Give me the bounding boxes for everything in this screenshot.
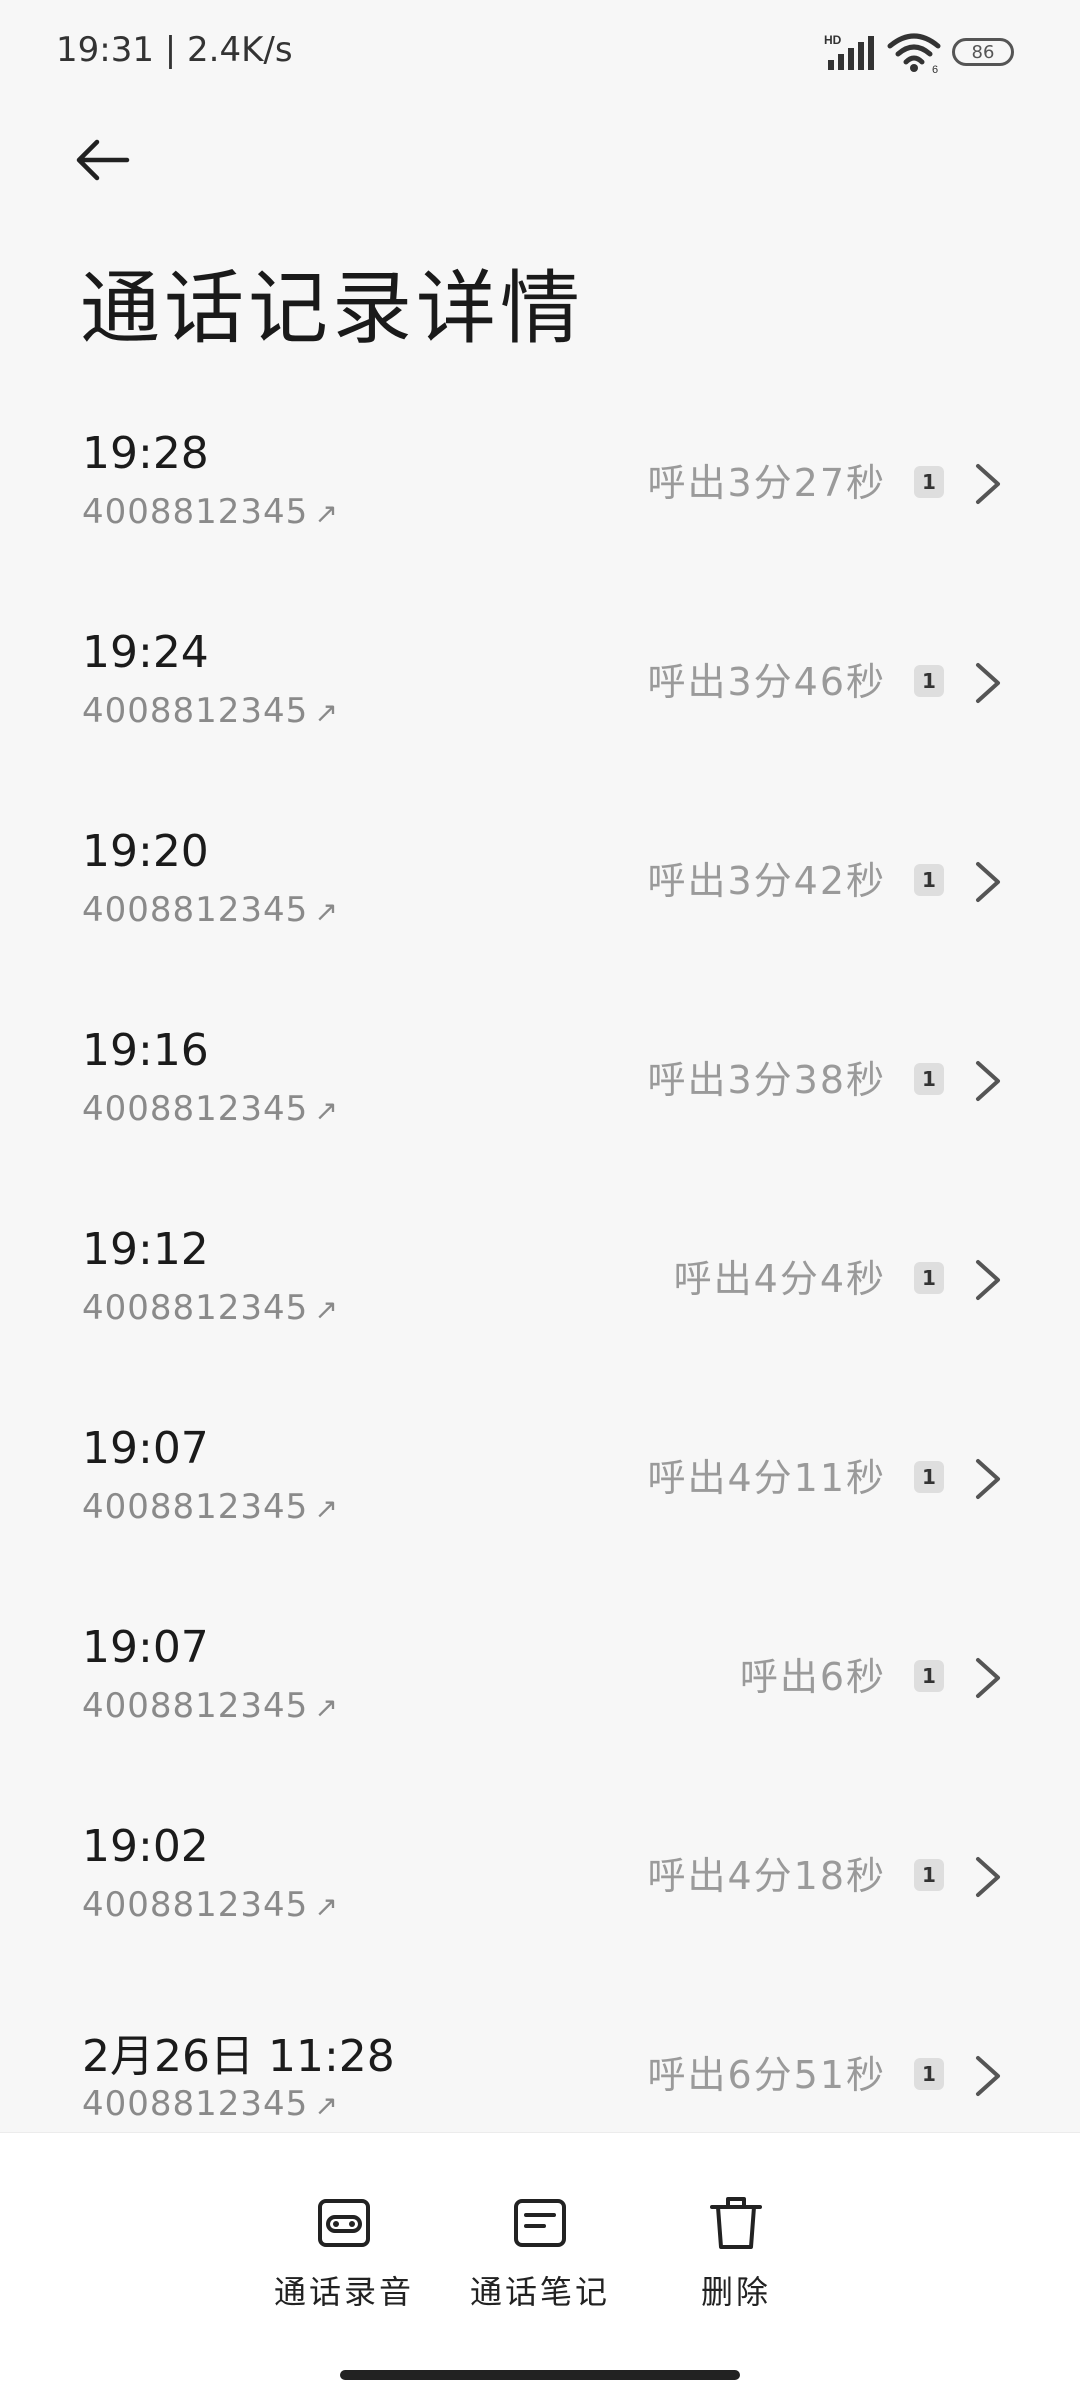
battery-icon: 86 — [952, 38, 1014, 66]
wifi-label: 6 — [932, 64, 938, 74]
sim-badge: 1 — [914, 864, 944, 896]
outgoing-call-icon: ↗ — [314, 1094, 339, 1127]
sim-badge: 1 — [914, 1063, 944, 1095]
back-button[interactable] — [66, 124, 138, 196]
sim-badge: 1 — [914, 1262, 944, 1294]
delete-label: 删除 — [700, 2273, 771, 2311]
chevron-right-icon[interactable] — [968, 1654, 1008, 1702]
outgoing-call-icon: ↗ — [314, 1691, 339, 1724]
call-row[interactable]: 19:24 4008812345 ↗ 呼出3分46秒 1 — [0, 599, 1080, 798]
call-number-text: 4008812345 — [82, 1686, 309, 1726]
call-time: 19:07 — [82, 1423, 209, 1474]
call-number: 4008812345 ↗ — [82, 492, 339, 532]
call-number: 4008812345 ↗ — [82, 890, 339, 930]
battery-level: 86 — [971, 41, 995, 63]
call-row[interactable]: 19:28 4008812345 ↗ 呼出3分27秒 1 — [0, 400, 1080, 599]
chevron-right-icon[interactable] — [968, 2052, 1008, 2100]
call-duration: 呼出6秒 — [739, 1655, 886, 1699]
call-time: 19:07 — [82, 1622, 209, 1673]
call-number-text: 4008812345 — [82, 2084, 309, 2124]
status-time-speed: 19:31 | 2.4K/s — [56, 30, 293, 70]
call-time: 19:12 — [82, 1224, 209, 1275]
outgoing-call-icon: ↗ — [314, 497, 339, 530]
chevron-right-icon[interactable] — [968, 1256, 1008, 1304]
call-duration: 呼出3分46秒 — [647, 660, 886, 704]
call-row[interactable]: 19:16 4008812345 ↗ 呼出3分38秒 1 — [0, 997, 1080, 1196]
trash-icon — [710, 2197, 762, 2249]
network-label: HD — [824, 33, 842, 47]
call-number-text: 4008812345 — [82, 691, 309, 731]
call-row[interactable]: 19:20 4008812345 ↗ 呼出3分42秒 1 — [0, 798, 1080, 997]
call-number: 4008812345 ↗ — [82, 1089, 339, 1129]
call-row[interactable]: 19:02 4008812345 ↗ 呼出4分18秒 1 — [0, 1793, 1080, 1992]
sim-badge: 1 — [914, 1660, 944, 1692]
status-bar: 19:31 | 2.4K/s HD 6 86 — [0, 0, 1080, 104]
outgoing-call-icon: ↗ — [314, 1890, 339, 1923]
call-notes-label: 通话笔记 — [469, 2273, 610, 2311]
call-number-text: 4008812345 — [82, 492, 309, 532]
call-row[interactable]: 19:07 4008812345 ↗ 呼出4分11秒 1 — [0, 1395, 1080, 1594]
outgoing-call-icon: ↗ — [314, 696, 339, 729]
bottom-toolbar: 通话录音 通话笔记 删除 — [0, 2132, 1080, 2400]
call-number: 4008812345 ↗ — [82, 1686, 339, 1726]
sim-badge: 1 — [914, 665, 944, 697]
tape-icon — [318, 2199, 370, 2247]
sim-badge: 1 — [914, 466, 944, 498]
call-list: 19:28 4008812345 ↗ 呼出3分27秒 1 19:24 4008812345 ↗… — [0, 400, 1080, 2191]
sim-badge: 1 — [914, 1859, 944, 1891]
chevron-right-icon[interactable] — [968, 1455, 1008, 1503]
outgoing-call-icon: ↗ — [314, 1293, 339, 1326]
call-time: 19:02 — [82, 1821, 209, 1872]
wifi-icon: 6 — [887, 33, 941, 74]
call-time: 19:16 — [82, 1025, 209, 1076]
call-number-text: 4008812345 — [82, 1288, 309, 1328]
call-duration: 呼出6分51秒 — [647, 2053, 886, 2097]
call-duration: 呼出4分4秒 — [673, 1257, 886, 1301]
chevron-right-icon[interactable] — [968, 460, 1008, 508]
call-number: 4008812345 ↗ — [82, 2084, 339, 2124]
call-duration: 呼出4分11秒 — [647, 1456, 886, 1500]
call-time: 19:20 — [82, 826, 209, 877]
call-time: 19:28 — [82, 428, 209, 479]
call-number-text: 4008812345 — [82, 1487, 309, 1527]
call-recording-label: 通话录音 — [273, 2273, 414, 2311]
signal-icon: HD — [824, 33, 874, 70]
page-title: 通话记录详情 — [80, 262, 584, 355]
note-icon — [514, 2199, 566, 2247]
chevron-right-icon[interactable] — [968, 1057, 1008, 1105]
delete-button[interactable]: 删除 — [646, 2193, 826, 2313]
call-number-text: 4008812345 — [82, 1885, 309, 1925]
call-time: 2月26日 11:28 — [82, 2031, 395, 2082]
call-time: 19:24 — [82, 627, 209, 678]
outgoing-call-icon: ↗ — [314, 895, 339, 928]
chevron-right-icon[interactable] — [968, 858, 1008, 906]
back-arrow-icon — [76, 139, 130, 181]
call-number: 4008812345 ↗ — [82, 1885, 339, 1925]
home-indicator[interactable] — [340, 2370, 740, 2380]
sim-badge: 1 — [914, 1461, 944, 1493]
call-row[interactable]: 19:12 4008812345 ↗ 呼出4分4秒 1 — [0, 1196, 1080, 1395]
call-number: 4008812345 ↗ — [82, 1487, 339, 1527]
chevron-right-icon[interactable] — [968, 659, 1008, 707]
call-duration: 呼出4分18秒 — [647, 1854, 886, 1898]
call-number-text: 4008812345 — [82, 890, 309, 930]
call-row[interactable]: 19:07 4008812345 ↗ 呼出6秒 1 — [0, 1594, 1080, 1793]
call-notes-button[interactable]: 通话笔记 — [450, 2193, 630, 2313]
call-recording-button[interactable]: 通话录音 — [254, 2193, 434, 2313]
call-duration: 呼出3分42秒 — [647, 859, 886, 903]
call-number: 4008812345 ↗ — [82, 691, 339, 731]
chevron-right-icon[interactable] — [968, 1853, 1008, 1901]
outgoing-call-icon: ↗ — [314, 2089, 339, 2122]
sim-badge: 1 — [914, 2058, 944, 2090]
outgoing-call-icon: ↗ — [314, 1492, 339, 1525]
call-number: 4008812345 ↗ — [82, 1288, 339, 1328]
call-duration: 呼出3分27秒 — [647, 461, 886, 505]
call-number-text: 4008812345 — [82, 1089, 309, 1129]
call-duration: 呼出3分38秒 — [647, 1058, 886, 1102]
